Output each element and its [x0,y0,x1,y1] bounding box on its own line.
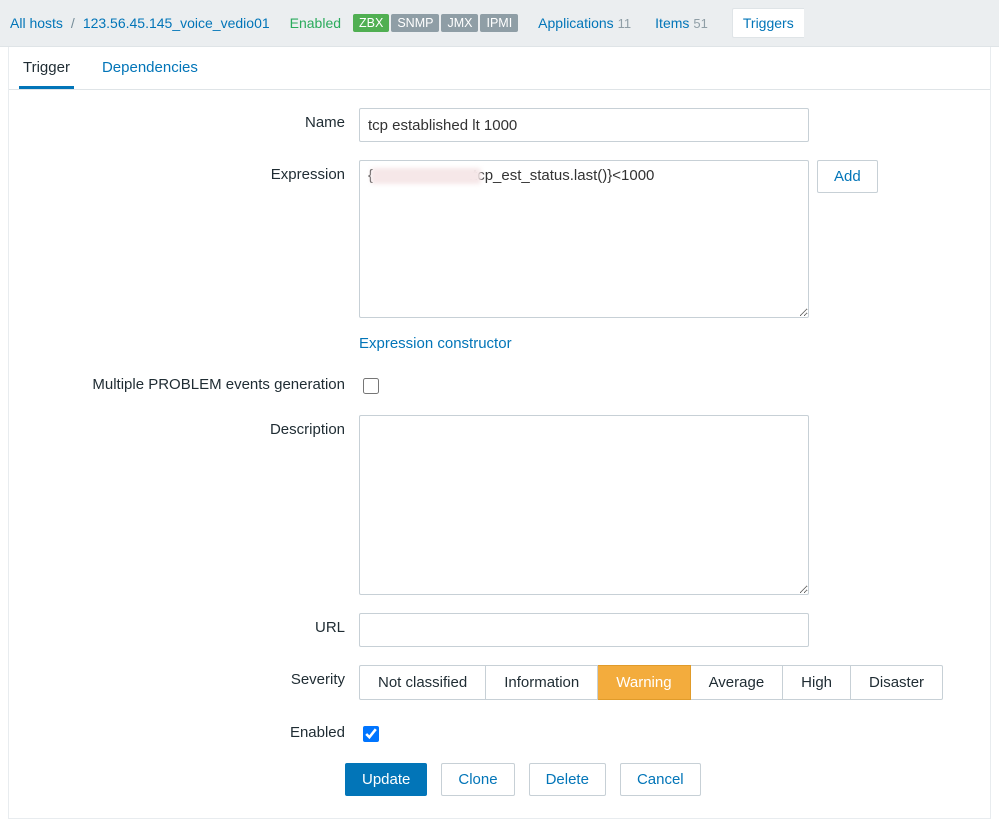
action-buttons: Update Clone Delete Cancel [345,763,970,796]
description-input[interactable] [359,415,809,595]
label-severity: Severity [29,665,359,688]
link-triggers[interactable]: Triggers [732,8,804,38]
expression-input[interactable] [359,160,809,318]
link-items[interactable]: Items [655,15,689,31]
severity-not-classified[interactable]: Not classified [359,665,486,700]
tabs: Trigger Dependencies [9,47,990,90]
url-input[interactable] [359,613,809,647]
delete-button[interactable]: Delete [529,763,606,796]
badge-snmp: SNMP [391,14,439,32]
severity-warning[interactable]: Warning [598,665,690,700]
badge-jmx: JMX [441,14,478,32]
breadcrumb-host[interactable]: 123.56.45.145_voice_vedio01 [83,15,270,31]
link-applications[interactable]: Applications [538,15,614,31]
label-name: Name [29,108,359,131]
severity-high[interactable]: High [783,665,851,700]
clone-button[interactable]: Clone [441,763,514,796]
badge-ipmi: IPMI [480,14,518,32]
breadcrumb-all-hosts[interactable]: All hosts [10,15,63,31]
tab-dependencies[interactable]: Dependencies [98,47,202,89]
enabled-checkbox[interactable] [363,726,379,742]
cancel-button[interactable]: Cancel [620,763,701,796]
content-panel: Trigger Dependencies Name Expression Add… [8,47,991,819]
status-enabled: Enabled [290,15,341,31]
applications-count: 11 [618,16,632,31]
items-count: 51 [693,16,707,31]
multiple-checkbox[interactable] [363,378,379,394]
label-url: URL [29,613,359,636]
name-input[interactable] [359,108,809,142]
label-enabled: Enabled [29,718,359,741]
badge-zbx: ZBX [353,14,389,32]
interface-badges: ZBX SNMP JMX IPMI [353,14,518,32]
expression-constructor-link[interactable]: Expression constructor [359,335,512,352]
severity-disaster[interactable]: Disaster [851,665,943,700]
severity-information[interactable]: Information [486,665,598,700]
severity-average[interactable]: Average [691,665,784,700]
add-button[interactable]: Add [817,160,878,193]
topbar: All hosts / 123.56.45.145_voice_vedio01 … [0,0,999,47]
severity-selector: Not classified Information Warning Avera… [359,665,943,700]
label-description: Description [29,415,359,438]
label-expression: Expression [29,160,359,183]
tab-trigger[interactable]: Trigger [19,47,74,89]
trigger-form: Name Expression Add Expression construct… [9,90,990,818]
breadcrumb-separator: / [71,15,75,31]
label-multiple: Multiple PROBLEM events generation [29,370,359,393]
update-button[interactable]: Update [345,763,427,796]
